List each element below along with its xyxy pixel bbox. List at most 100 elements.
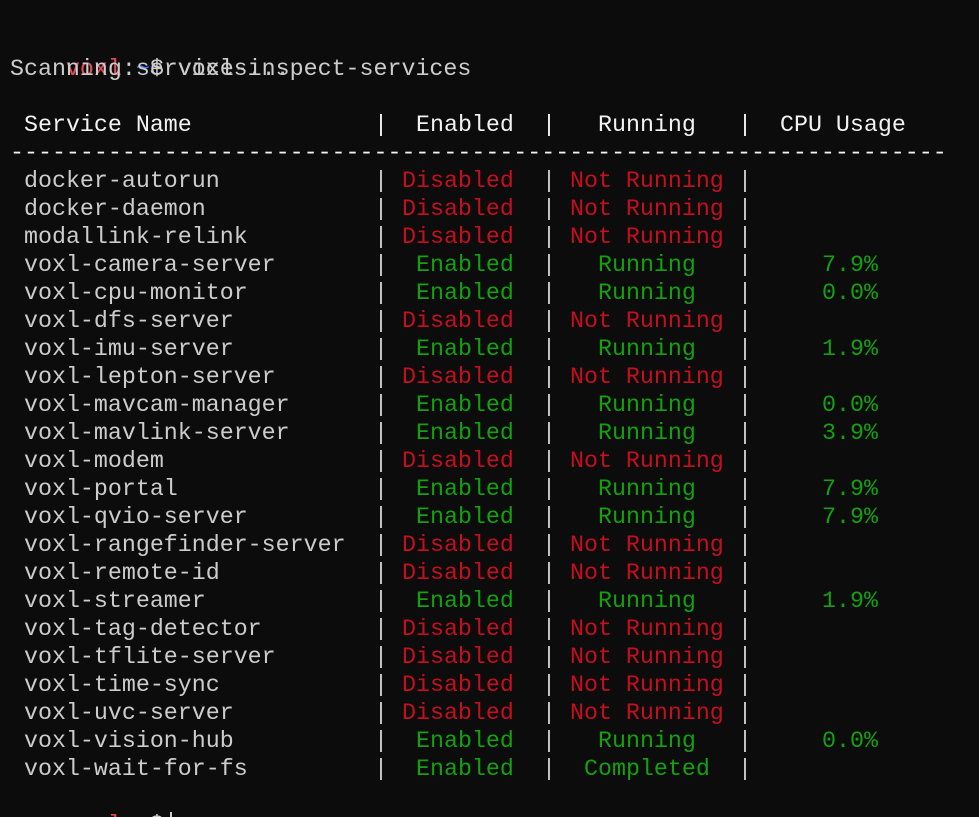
column-divider: | (738, 112, 752, 138)
column-divider: | (374, 560, 388, 586)
cpu-usage: 7.9% (822, 476, 878, 502)
column-divider: | (374, 280, 388, 306)
column-divider: | (738, 252, 752, 278)
column-divider: | (738, 280, 752, 306)
enabled-status: Enabled (416, 476, 514, 502)
column-header: Enabled (416, 112, 514, 138)
service-name: voxl-mavlink-server (24, 420, 290, 446)
column-divider: | (738, 168, 752, 194)
service-name: voxl-modem (24, 448, 164, 474)
running-status: Running (598, 336, 696, 362)
column-divider: | (374, 196, 388, 222)
column-divider: | (374, 700, 388, 726)
column-divider: | (542, 728, 556, 754)
command-line: voxl:~$ voxl-inspect-services (10, 27, 471, 82)
service-name: modallink-relink (24, 224, 248, 250)
running-status: Not Running (570, 224, 724, 250)
column-divider: | (738, 644, 752, 670)
column-divider: | (374, 252, 388, 278)
column-divider: | (738, 532, 752, 558)
running-status: Not Running (570, 700, 724, 726)
column-divider: | (542, 700, 556, 726)
column-divider: | (542, 560, 556, 586)
service-name: voxl-mavcam-manager (24, 392, 290, 418)
cpu-usage: 3.9% (822, 420, 878, 446)
column-divider: | (542, 308, 556, 334)
enabled-status: Enabled (416, 728, 514, 754)
column-divider: | (374, 644, 388, 670)
service-name: voxl-cpu-monitor (24, 280, 248, 306)
running-status: Not Running (570, 448, 724, 474)
running-status: Running (598, 728, 696, 754)
column-divider: | (542, 644, 556, 670)
column-divider: | (374, 476, 388, 502)
running-status: Running (598, 588, 696, 614)
column-divider: | (738, 504, 752, 530)
enabled-status: Enabled (416, 756, 514, 782)
column-divider: | (542, 504, 556, 530)
column-divider: | (374, 420, 388, 446)
service-name: docker-autorun (24, 168, 220, 194)
running-status: Not Running (570, 616, 724, 642)
prompt-path: ~ (136, 812, 150, 817)
running-status: Not Running (570, 560, 724, 586)
prompt-symbol: $ (150, 812, 164, 817)
service-name: voxl-uvc-server (24, 700, 234, 726)
column-header: Service Name (24, 112, 192, 138)
running-status: Not Running (570, 196, 724, 222)
column-divider: | (374, 392, 388, 418)
header-separator: ----------------------------------------… (10, 140, 947, 166)
enabled-status: Enabled (416, 588, 514, 614)
column-divider: | (374, 112, 388, 138)
column-divider: | (542, 672, 556, 698)
column-divider: | (542, 476, 556, 502)
column-divider: | (738, 476, 752, 502)
service-name: voxl-tflite-server (24, 644, 276, 670)
column-divider: | (738, 308, 752, 334)
enabled-status: Disabled (402, 560, 514, 586)
column-divider: | (738, 728, 752, 754)
enabled-status: Disabled (402, 532, 514, 558)
cpu-usage: 7.9% (822, 252, 878, 278)
column-divider: | (542, 588, 556, 614)
terminal-window[interactable]: voxl:~$ voxl-inspect-services Scanning s… (0, 0, 979, 817)
column-divider: | (738, 224, 752, 250)
service-name: voxl-streamer (24, 588, 206, 614)
enabled-status: Enabled (416, 336, 514, 362)
column-divider: | (738, 448, 752, 474)
running-status: Not Running (570, 644, 724, 670)
enabled-status: Disabled (402, 308, 514, 334)
prompt-user: voxl (66, 812, 122, 817)
enabled-status: Disabled (402, 196, 514, 222)
service-name: voxl-rangefinder-server (24, 532, 346, 558)
column-divider: | (542, 532, 556, 558)
running-status: Running (598, 280, 696, 306)
service-name: voxl-qvio-server (24, 504, 248, 530)
running-status: Not Running (570, 672, 724, 698)
text-cursor (169, 811, 172, 817)
enabled-status: Enabled (416, 420, 514, 446)
service-name: voxl-camera-server (24, 252, 276, 278)
service-name: voxl-imu-server (24, 336, 234, 362)
running-status: Running (598, 504, 696, 530)
column-divider: | (374, 168, 388, 194)
running-status: Running (598, 476, 696, 502)
enabled-status: Enabled (416, 392, 514, 418)
column-divider: | (738, 756, 752, 782)
column-divider: | (738, 420, 752, 446)
enabled-status: Disabled (402, 448, 514, 474)
column-divider: | (374, 672, 388, 698)
enabled-status: Enabled (416, 252, 514, 278)
cpu-usage: 0.0% (822, 280, 878, 306)
enabled-status: Disabled (402, 364, 514, 390)
service-name: docker-daemon (24, 196, 206, 222)
enabled-status: Disabled (402, 644, 514, 670)
column-divider: | (374, 308, 388, 334)
cpu-usage: 1.9% (822, 336, 878, 362)
column-divider: | (738, 560, 752, 586)
running-status: Not Running (570, 168, 724, 194)
column-divider: | (542, 336, 556, 362)
column-divider: | (542, 112, 556, 138)
current-prompt-line[interactable]: voxl:~$ (10, 783, 172, 817)
column-divider: | (374, 532, 388, 558)
